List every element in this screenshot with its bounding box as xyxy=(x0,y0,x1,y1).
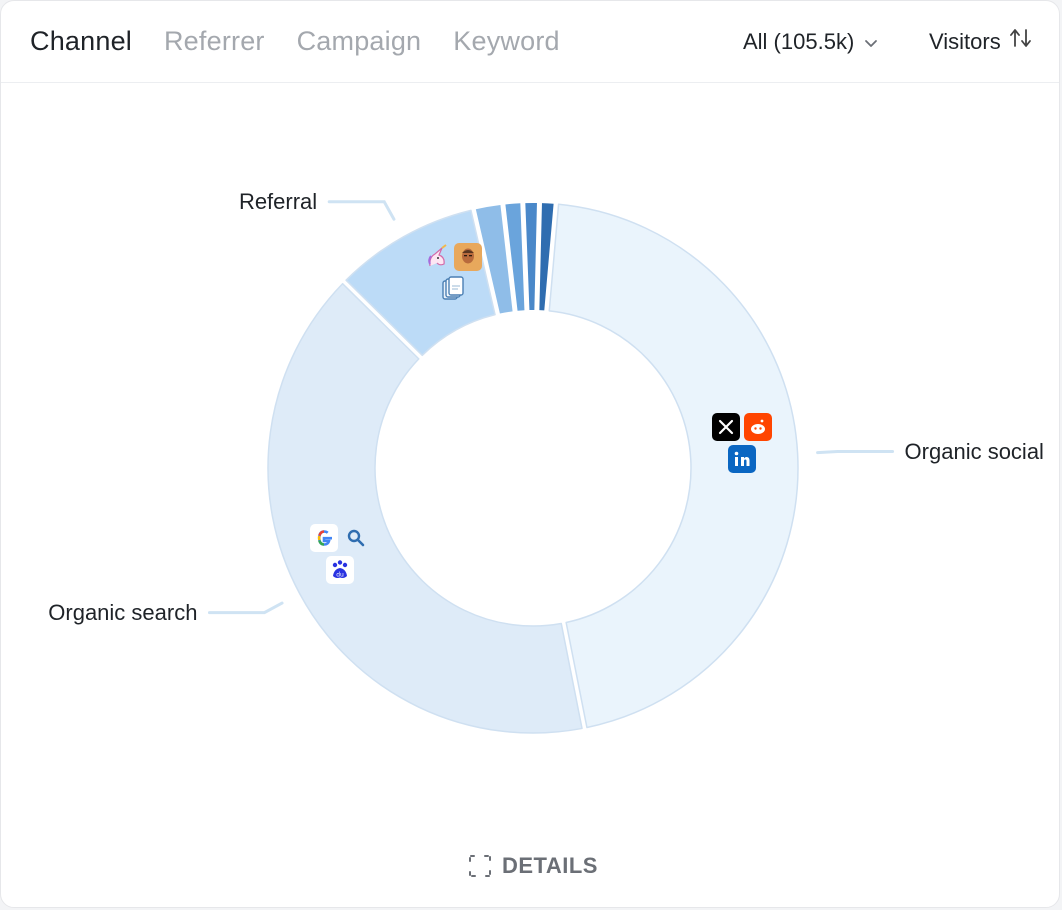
svg-text:du: du xyxy=(336,572,344,579)
filter-label: All (105.5k) xyxy=(743,29,855,54)
slice-organic-social[interactable] xyxy=(548,203,799,729)
details-button[interactable]: DETAILS xyxy=(468,853,598,879)
tab-channel[interactable]: Channel xyxy=(30,23,132,59)
details-label: DETAILS xyxy=(502,853,598,878)
leader-line xyxy=(327,200,396,221)
document-stack-icon[interactable] xyxy=(439,275,467,303)
sources-card: Channel Referrer Campaign Keyword All (1… xyxy=(0,0,1060,908)
slice-label: Organic social xyxy=(904,438,1044,464)
filter-dropdown[interactable]: All (105.5k) xyxy=(743,27,878,57)
slice-label: Organic search xyxy=(48,599,198,625)
expand-icon xyxy=(469,855,491,877)
leader-line xyxy=(207,601,284,615)
sort-arrows-icon xyxy=(1009,27,1033,57)
tab-bar: Channel Referrer Campaign Keyword xyxy=(30,23,592,59)
search-engine-icon[interactable] xyxy=(342,524,370,552)
chevron-down-icon xyxy=(864,27,878,57)
reddit-icon[interactable] xyxy=(744,413,772,441)
slice-minor-5[interactable] xyxy=(525,202,537,311)
tab-referrer[interactable]: Referrer xyxy=(164,23,265,59)
tab-keyword[interactable]: Keyword xyxy=(453,23,559,59)
slice-label: Referral xyxy=(238,188,318,214)
metric-sort-button[interactable]: Visitors xyxy=(929,27,1033,57)
metric-label: Visitors xyxy=(929,29,1001,54)
unicorn-icon[interactable] xyxy=(423,243,451,271)
linkedin-icon[interactable] xyxy=(728,445,756,473)
baidu-icon[interactable]: du xyxy=(326,556,354,584)
x-icon[interactable] xyxy=(712,413,740,441)
tab-campaign[interactable]: Campaign xyxy=(297,23,422,59)
card-header: Channel Referrer Campaign Keyword All (1… xyxy=(1,1,1059,83)
person-avatar-icon[interactable] xyxy=(454,243,482,271)
google-icon[interactable] xyxy=(310,524,338,552)
leader-line xyxy=(816,450,895,455)
channel-donut-chart xyxy=(207,200,895,734)
